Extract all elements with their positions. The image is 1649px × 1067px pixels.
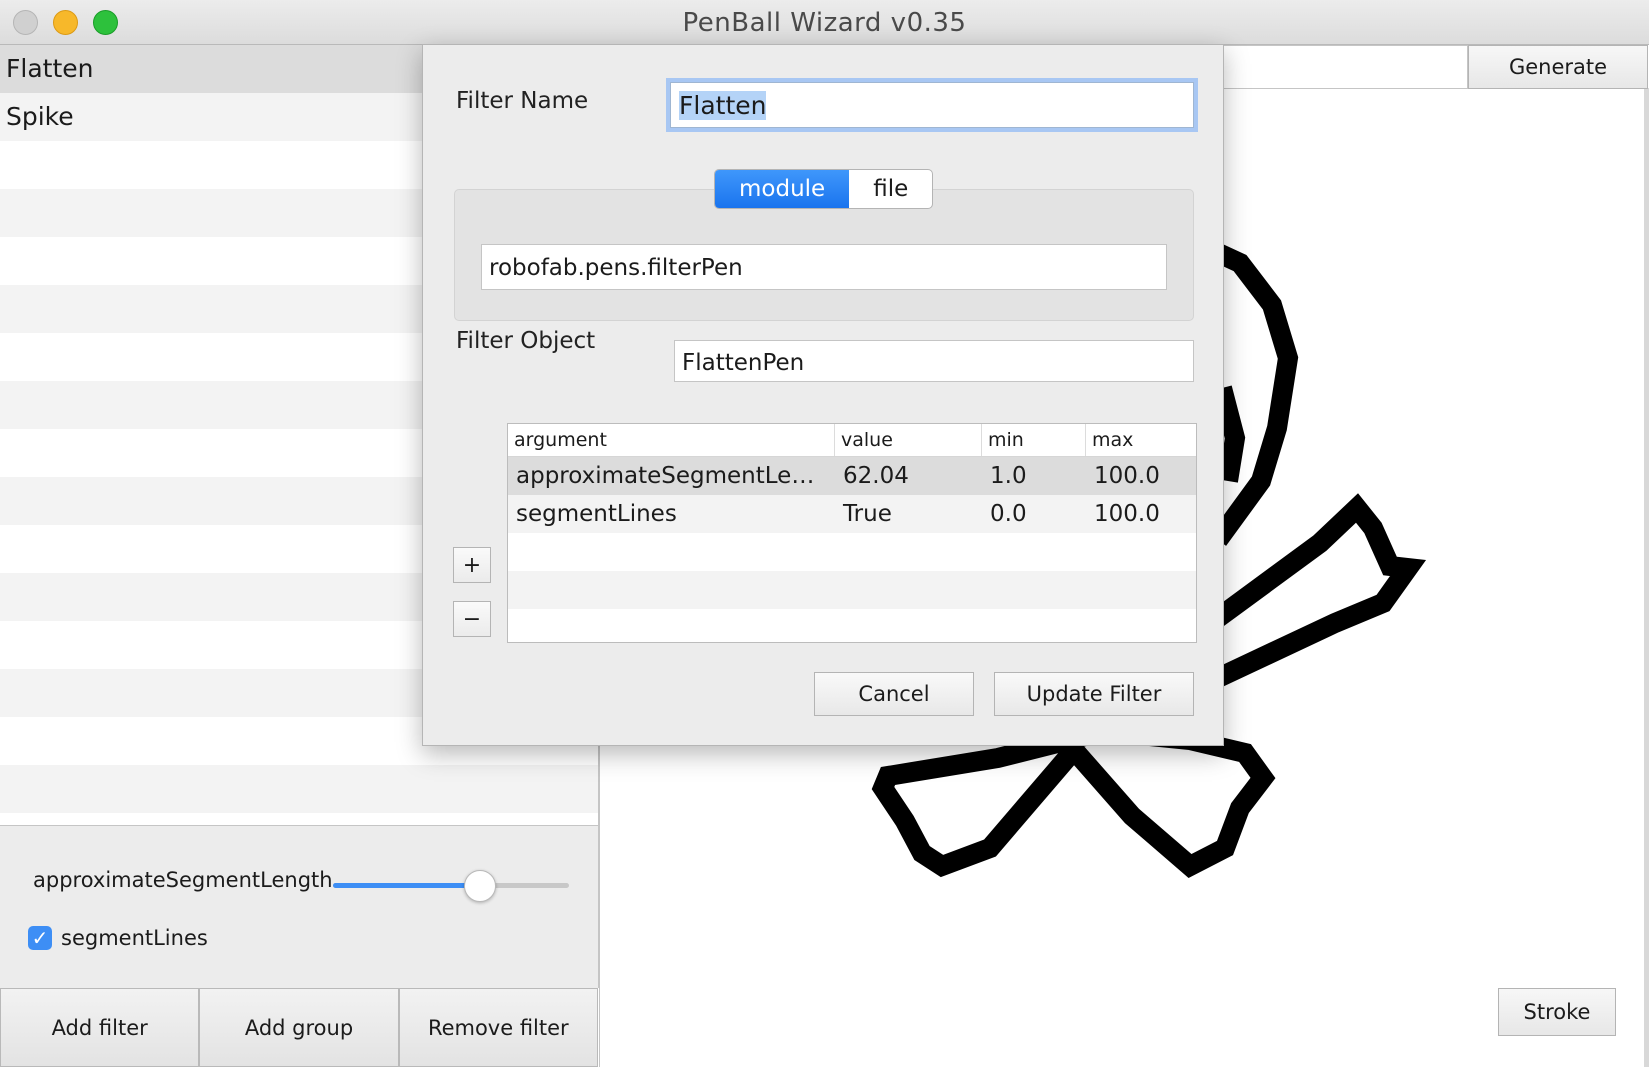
checkbox-label: segmentLines — [61, 926, 208, 950]
filter-object-label: Filter Object — [456, 328, 596, 354]
cell-argument[interactable]: segmentLines — [508, 495, 835, 533]
cell-value[interactable]: True — [835, 495, 982, 533]
column-header-min[interactable]: min — [982, 424, 1086, 456]
filter-object-input[interactable]: FlattenPen — [674, 340, 1194, 382]
generate-button[interactable]: Generate — [1468, 45, 1648, 89]
filter-label: Spike — [6, 102, 74, 131]
slider-label: approximateSegmentLength — [33, 868, 333, 892]
argument-controls: approximateSegmentLength ✓ segmentLines — [0, 826, 599, 988]
list-actions: Add filter Add group Remove filter — [0, 988, 598, 1067]
edit-filter-sheet: Filter Name Flatten robofab.pens.filterP… — [422, 44, 1224, 746]
source-segmented-control[interactable]: module file — [714, 169, 934, 209]
filter-name-input[interactable]: Flatten — [670, 82, 1194, 128]
tab-module[interactable]: module — [715, 170, 850, 208]
filter-name-label: Filter Name — [456, 88, 589, 114]
column-header-value[interactable]: value — [835, 424, 982, 456]
slider-fill — [333, 883, 479, 888]
add-filter-button[interactable]: Add filter — [0, 988, 200, 1067]
segment-lines-checkbox[interactable]: ✓ — [28, 926, 52, 950]
window-title: PenBall Wizard v0.35 — [682, 8, 967, 38]
cell-min[interactable]: 1.0 — [982, 457, 1086, 495]
app-window: PenBall Wizard v0.35 Flatten Spike appro… — [0, 0, 1649, 1067]
segment-lines-option[interactable]: ✓ segmentLines — [28, 926, 208, 950]
empty-table-row — [508, 571, 1196, 609]
add-argument-button[interactable]: + — [453, 547, 491, 583]
column-header-argument[interactable]: argument — [508, 424, 835, 456]
cell-value[interactable]: 62.04 — [835, 457, 982, 495]
cell-min[interactable]: 0.0 — [982, 495, 1086, 533]
table-row[interactable]: approximateSegmentLe… 62.04 1.0 100.0 — [508, 457, 1196, 495]
segment-length-slider[interactable] — [333, 870, 569, 902]
filter-label: Flatten — [6, 54, 94, 83]
column-header-max[interactable]: max — [1086, 424, 1196, 456]
empty-row — [0, 765, 598, 813]
remove-argument-button[interactable]: − — [453, 601, 491, 637]
title-bar: PenBall Wizard v0.35 — [0, 0, 1649, 45]
preview-scrollbar[interactable] — [1644, 88, 1649, 1067]
filter-name-value: Flatten — [679, 91, 767, 120]
arguments-table: argument value min max approximateSegmen… — [507, 423, 1197, 643]
tab-file[interactable]: file — [849, 170, 932, 208]
cell-max[interactable]: 100.0 — [1086, 457, 1196, 495]
cell-max[interactable]: 100.0 — [1086, 495, 1196, 533]
cell-argument[interactable]: approximateSegmentLe… — [508, 457, 835, 495]
slider-thumb[interactable] — [463, 870, 496, 902]
module-path-input[interactable]: robofab.pens.filterPen — [481, 244, 1167, 290]
remove-filter-button[interactable]: Remove filter — [398, 988, 598, 1067]
table-row[interactable]: segmentLines True 0.0 100.0 — [508, 495, 1196, 533]
table-header: argument value min max — [508, 424, 1196, 457]
update-filter-button[interactable]: Update Filter — [994, 672, 1194, 716]
add-group-button[interactable]: Add group — [199, 988, 399, 1067]
generate-text-field[interactable] — [1218, 45, 1468, 89]
cancel-button[interactable]: Cancel — [814, 672, 974, 716]
empty-table-row — [508, 533, 1196, 571]
empty-row — [0, 813, 598, 825]
stroke-button[interactable]: Stroke — [1498, 988, 1616, 1036]
